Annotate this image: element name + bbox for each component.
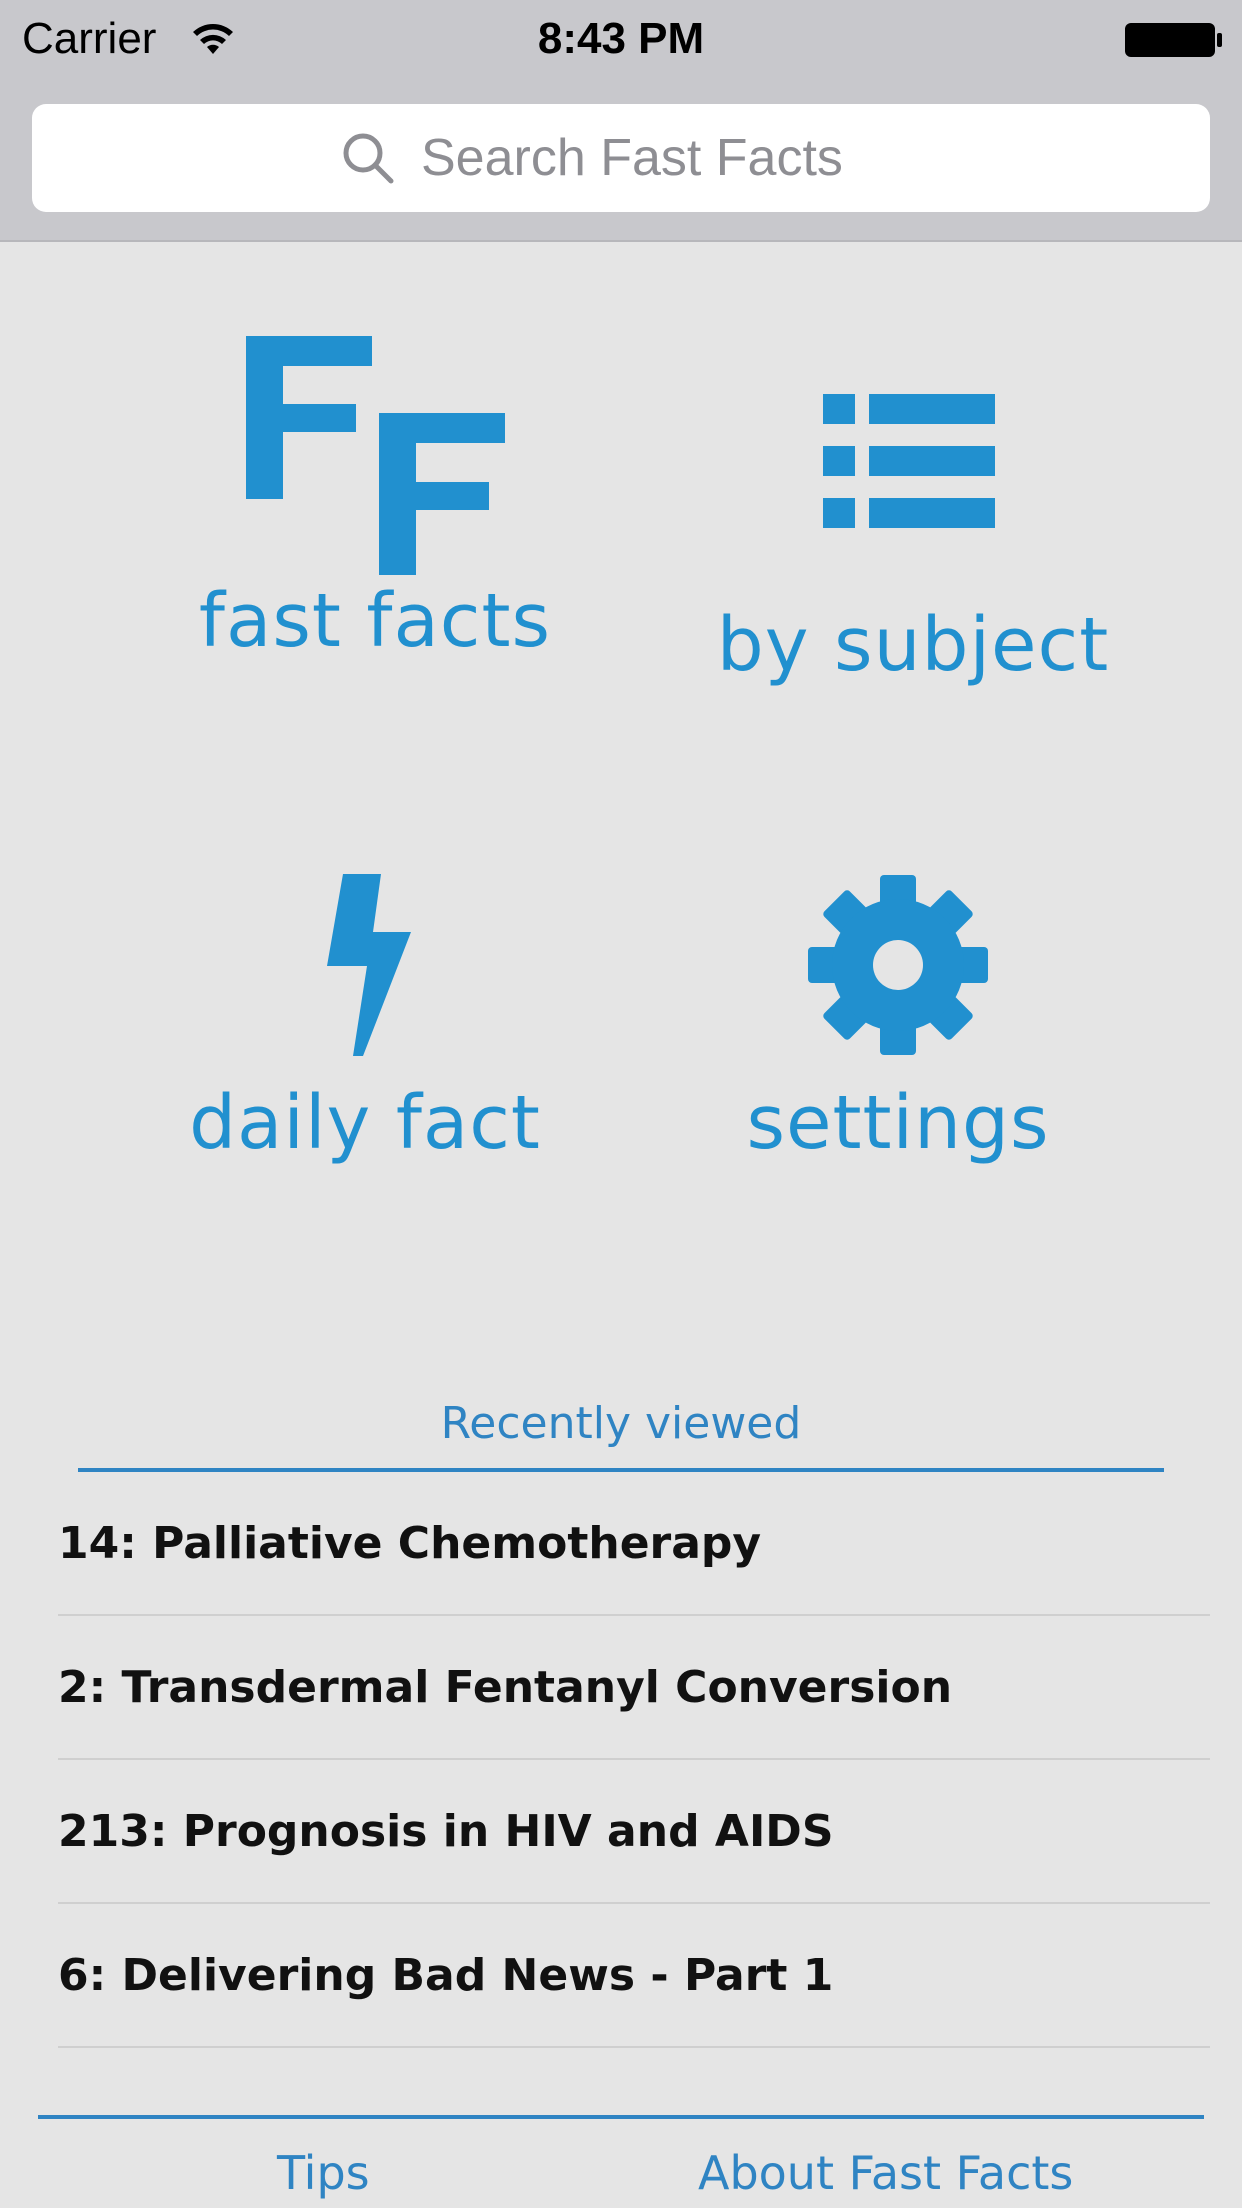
about-link[interactable]: About Fast Facts <box>698 2146 1073 2200</box>
by-subject-tile[interactable]: by subject <box>678 380 1148 688</box>
fast-facts-tile[interactable]: fast facts <box>140 330 610 664</box>
list-item[interactable]: 2: Transdermal Fentanyl Conversion <box>58 1616 1210 1760</box>
daily-fact-label: daily fact <box>189 1080 541 1166</box>
footer-divider <box>38 2115 1204 2119</box>
search-bar[interactable] <box>32 104 1210 212</box>
by-subject-label: by subject <box>716 602 1110 688</box>
list-icon <box>823 394 995 528</box>
lightning-bolt-icon <box>327 874 411 1056</box>
settings-tile[interactable]: settings <box>663 870 1133 1166</box>
search-icon <box>343 133 394 184</box>
list-item[interactable]: 213: Prognosis in HIV and AIDS <box>58 1760 1210 1904</box>
search-header <box>0 72 1242 242</box>
settings-label: settings <box>746 1080 1050 1166</box>
list-item[interactable]: 6: Delivering Bad News - Part 1 <box>58 1904 1210 2048</box>
status-bar: Carrier 8:43 PM <box>0 0 1242 72</box>
tips-link[interactable]: Tips <box>277 2146 370 2200</box>
list-item[interactable]: 14: Palliative Chemotherapy <box>58 1472 1210 1616</box>
fast-facts-label: fast facts <box>198 578 552 664</box>
battery-icon <box>1125 23 1222 57</box>
fast-facts-logo-icon <box>246 336 505 575</box>
search-input[interactable] <box>421 128 901 188</box>
gear-icon <box>808 875 988 1055</box>
recent-list: 14: Palliative Chemotherapy 2: Transderm… <box>58 1472 1210 2048</box>
daily-fact-tile[interactable]: daily fact <box>130 870 600 1166</box>
clock: 8:43 PM <box>537 14 705 63</box>
recently-viewed-heading: Recently viewed <box>440 1398 802 1449</box>
